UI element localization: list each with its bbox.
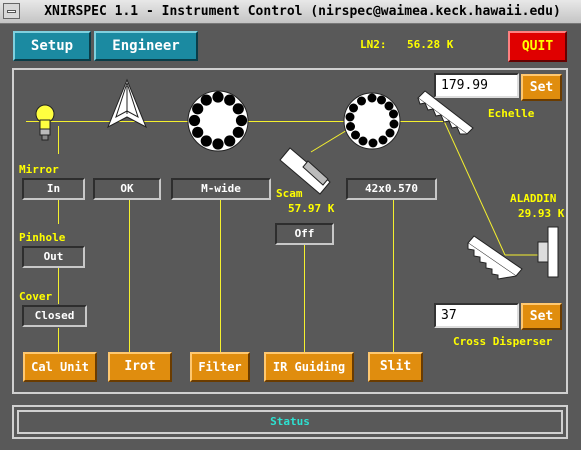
connector-line [220,200,221,353]
connector-line [58,126,59,154]
echelle-set-button[interactable]: Set [521,74,562,101]
status-panel: Status [12,405,568,439]
echelle-input[interactable]: 179.99 [434,73,519,98]
ln2-value: 56.28 K [407,38,454,51]
ir-guiding-button[interactable]: IR Guiding [264,352,354,382]
pinhole-label: Pinhole [19,231,66,244]
cal-unit-button[interactable]: Cal Unit [23,352,97,382]
connector-line [393,200,394,353]
engineer-button[interactable]: Engineer [94,31,198,61]
setup-button[interactable]: Setup [13,31,91,61]
window-title: XNIRSPEC 1.1 - Instrument Control (nirsp… [44,4,561,19]
cross-disperser-label: Cross Disperser [453,335,553,348]
connector-line [304,245,305,353]
connector-line [58,268,59,304]
connector-line [58,328,59,353]
mirror-label: Mirror [19,163,59,176]
pinhole-status: Out [22,246,85,268]
title-bar: XNIRSPEC 1.1 - Instrument Control (nirsp… [0,0,581,24]
cover-label: Cover [19,290,53,303]
aladdin-temp: 29.93 K [518,207,565,220]
irot-button[interactable]: Irot [108,352,172,382]
filter-button[interactable]: Filter [190,352,250,382]
ln2-label: LN2: [360,38,387,51]
scam-label: Scam [276,187,303,200]
ir-guiding-status: Off [275,223,334,245]
connector-line [58,200,59,224]
status-label: Status [17,410,563,434]
quit-button[interactable]: QUIT [508,31,567,62]
slit-button[interactable]: Slit [368,352,423,382]
aladdin-label: ALADDIN [510,192,557,205]
scam-temp: 57.97 K [288,202,335,215]
cross-disperser-set-button[interactable]: Set [521,303,562,330]
mirror-status: In [22,178,85,200]
cross-disperser-input[interactable]: 37 [434,303,519,328]
connector-line [129,200,130,353]
app-window: XNIRSPEC 1.1 - Instrument Control (nirsp… [0,0,581,450]
slit-status: 42x0.570 [346,178,437,200]
cover-status: Closed [22,305,87,327]
irot-status: OK [93,178,161,200]
filter-status: M-wide [171,178,271,200]
optical-path-line [26,121,444,122]
window-menu-icon[interactable] [3,3,20,19]
echelle-label: Echelle [488,107,535,120]
